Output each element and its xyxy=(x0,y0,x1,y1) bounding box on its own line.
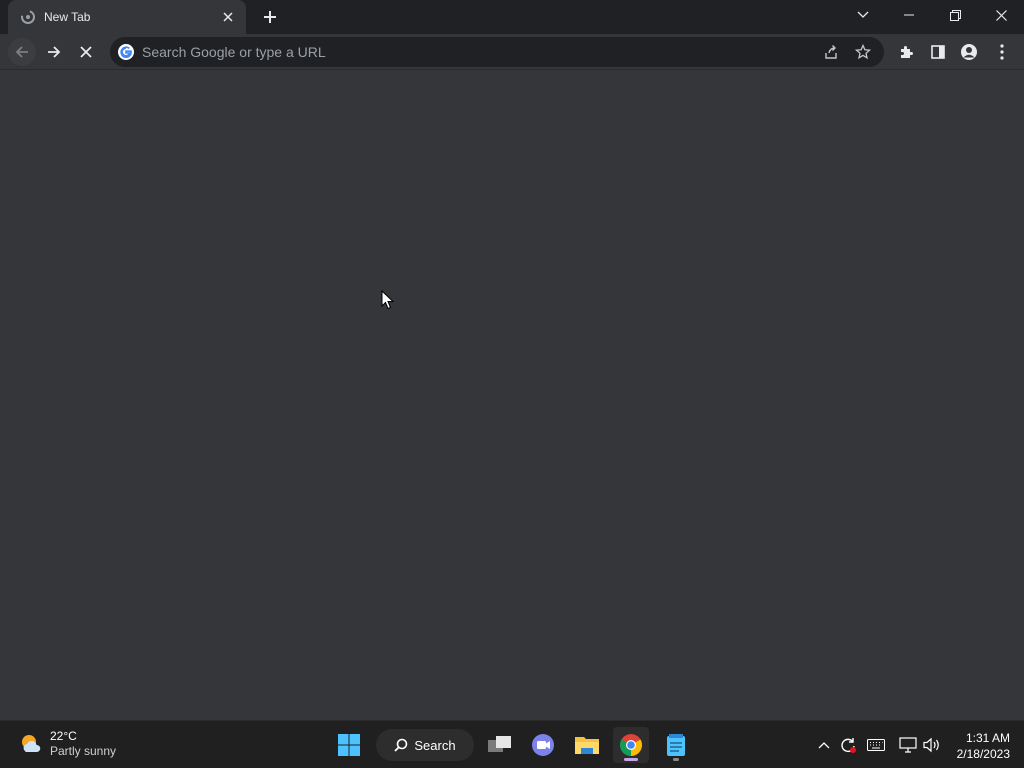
profile-avatar-icon[interactable] xyxy=(955,38,983,66)
close-window-button[interactable] xyxy=(978,0,1024,30)
weather-temperature: 22°C xyxy=(50,729,77,743)
google-icon xyxy=(118,44,134,60)
keyboard-icon[interactable] xyxy=(864,733,888,757)
teams-chat-icon[interactable] xyxy=(525,727,561,763)
file-explorer-icon[interactable] xyxy=(569,727,605,763)
weather-condition: Partly sunny xyxy=(50,744,117,758)
page-content[interactable] xyxy=(0,70,1024,720)
minimize-button[interactable] xyxy=(886,0,932,30)
browser-titlebar: New Tab xyxy=(0,0,1024,34)
omnibox[interactable] xyxy=(110,37,884,67)
chrome-taskbar-icon[interactable] xyxy=(613,727,649,763)
windows-logo-icon xyxy=(338,734,360,756)
new-tab-button[interactable] xyxy=(258,5,282,29)
browser-toolbar xyxy=(0,34,1024,70)
windows-taskbar: 22°C Partly sunny Search 1:31 AM 2/18/20… xyxy=(0,720,1024,768)
taskbar-clock[interactable]: 1:31 AM 2/18/2023 xyxy=(957,730,1010,762)
show-hidden-icons-chevron-icon[interactable] xyxy=(812,733,836,757)
mouse-cursor-icon xyxy=(381,289,395,315)
tab-close-icon[interactable] xyxy=(220,9,236,25)
forward-button[interactable] xyxy=(40,38,68,66)
loading-icon xyxy=(20,9,36,25)
chrome-icon xyxy=(620,734,642,756)
network-icon[interactable] xyxy=(896,733,920,757)
search-icon xyxy=(394,738,408,752)
tab-title: New Tab xyxy=(44,10,91,24)
volume-icon[interactable] xyxy=(920,733,944,757)
search-label: Search xyxy=(414,737,456,753)
start-button[interactable] xyxy=(331,727,367,763)
side-panel-icon[interactable] xyxy=(924,38,952,66)
partly-sunny-icon xyxy=(22,735,41,752)
share-icon[interactable] xyxy=(818,39,844,65)
notepad-icon[interactable] xyxy=(658,727,694,763)
clock-date: 2/18/2023 xyxy=(956,747,1010,761)
clock-time: 1:31 AM xyxy=(965,731,1010,745)
tab-search-chevron-icon[interactable] xyxy=(840,0,886,30)
omnibox-input[interactable] xyxy=(142,44,742,60)
tab-new-tab[interactable]: New Tab xyxy=(8,0,246,34)
stop-loading-button[interactable] xyxy=(72,38,100,66)
taskbar-search-button[interactable]: Search xyxy=(376,729,474,761)
menu-kebab-icon[interactable] xyxy=(988,38,1016,66)
bookmark-star-icon[interactable] xyxy=(850,39,876,65)
extensions-puzzle-icon[interactable] xyxy=(892,38,920,66)
weather-widget[interactable]: 22°C Partly sunny xyxy=(18,729,116,759)
back-button[interactable] xyxy=(8,38,36,66)
active-app-indicator xyxy=(624,758,638,761)
sync-alert-icon[interactable] xyxy=(836,733,860,757)
task-view-icon[interactable] xyxy=(482,727,518,763)
restore-button[interactable] xyxy=(932,0,978,30)
open-app-indicator xyxy=(673,758,679,761)
